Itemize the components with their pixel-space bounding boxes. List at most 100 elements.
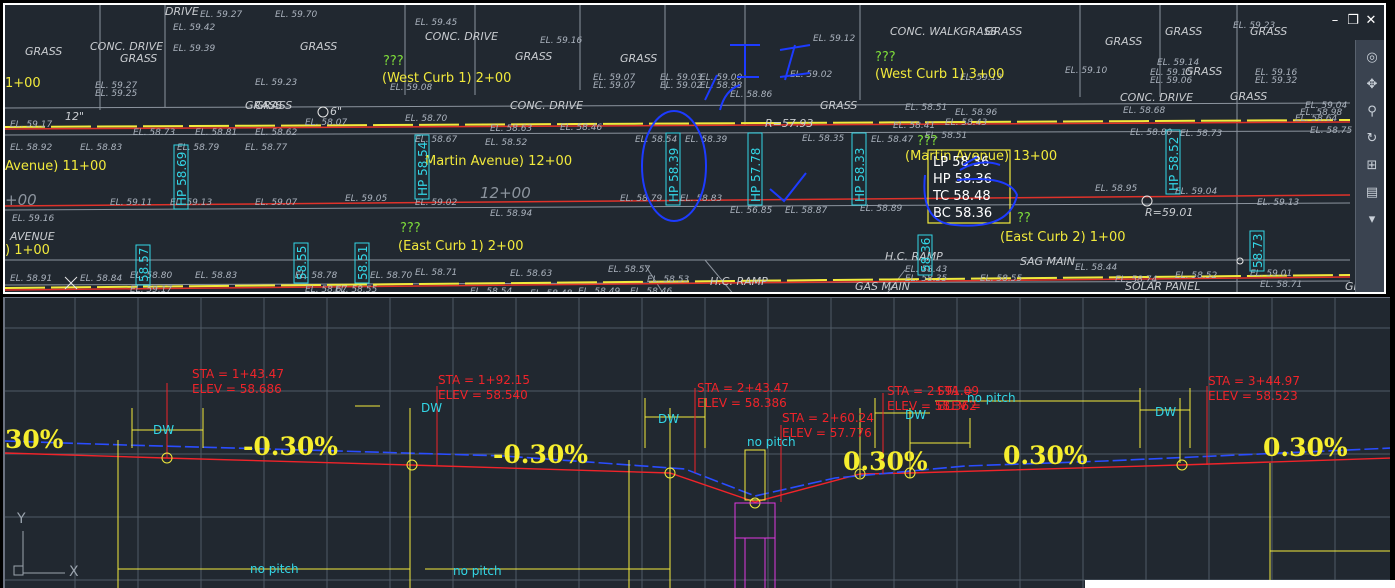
elevation-label: EL. 58.51 bbox=[905, 103, 947, 113]
area-label: DRIVE bbox=[165, 5, 199, 18]
point-elevation-label: 58.73 bbox=[1251, 234, 1265, 268]
elevation-label: EL. 59.32 bbox=[1255, 76, 1297, 86]
area-label: CONC. DRIVE bbox=[510, 99, 583, 112]
area-label: GRASS bbox=[515, 50, 552, 63]
area-label: CONC. DRIVE bbox=[1120, 91, 1193, 104]
profile-viewport[interactable]: STA = 1+43.47 ELEV = 58.686 STA = 1+92.15 E… bbox=[3, 297, 1390, 588]
elevation-label: EL. 59.10 bbox=[1065, 66, 1107, 76]
elevation-label: EL. 58.91 bbox=[10, 274, 52, 284]
elevation-label: EL. 58.64 bbox=[1295, 114, 1337, 124]
callout-bc: BC 58.36 bbox=[933, 206, 992, 221]
area-label: H.C. RAMP bbox=[885, 250, 943, 263]
point-elevation-box[interactable]: HP 57.78 bbox=[747, 132, 763, 206]
showmotion-icon[interactable]: ▤ bbox=[1361, 184, 1383, 202]
elevation-label: EL. 58.53 bbox=[647, 275, 689, 285]
pvi-elevation: ELEV = 58.540 bbox=[438, 388, 528, 402]
elevation-label: EL. 58.75 bbox=[1310, 126, 1352, 136]
options-icon[interactable]: ▾ bbox=[1361, 211, 1383, 229]
point-elevation-box[interactable]: 58.36 bbox=[917, 234, 933, 276]
point-elevation-label: HP 58.69 bbox=[175, 152, 189, 206]
navigation-bar[interactable]: ◎ ✥ ⚲ ↻ ⊞ ▤ ▾ bbox=[1355, 40, 1384, 292]
elevation-label: EL. 58.35 bbox=[802, 134, 844, 144]
area-label: GRASS bbox=[1185, 65, 1222, 78]
elevation-label: EL. 59.05 bbox=[345, 194, 387, 204]
station-label: (East Curb 2) 1+00 bbox=[1000, 230, 1125, 245]
ucs-x-label: X bbox=[69, 564, 79, 580]
point-elevation-label: 58.51 bbox=[356, 246, 370, 280]
steering-wheel-icon[interactable]: ◎ bbox=[1361, 49, 1383, 67]
area-label: GRASS bbox=[620, 52, 657, 65]
grade-label: 0.30% bbox=[1263, 433, 1348, 462]
point-elevation-label: 58.36 bbox=[919, 238, 933, 272]
elevation-label: EL. 59.11 bbox=[110, 198, 152, 208]
plan-point-boxes[interactable]: HP 58.69 HP 58.54 HP 58.39 HP 57.78 HP 58.33… bbox=[135, 129, 1265, 286]
station-label: Avenue) 11+00 bbox=[5, 159, 106, 174]
close-button[interactable]: ✕ bbox=[1363, 14, 1379, 27]
point-elevation-box[interactable]: 58.57 bbox=[135, 244, 151, 286]
area-label: GRASS bbox=[1105, 35, 1142, 48]
point-elevation-box[interactable]: 58.55 bbox=[293, 242, 309, 284]
restore-button[interactable]: ❐ bbox=[1345, 14, 1361, 27]
station-label: ) 1+00 bbox=[5, 243, 50, 258]
existing-profile bbox=[5, 440, 1390, 497]
elevation-label: EL. 58.44 bbox=[1075, 263, 1117, 273]
elevation-label: EL. 58.84 bbox=[80, 274, 122, 284]
point-elevation-box[interactable]: HP 58.33 bbox=[851, 132, 867, 206]
plan-drawing[interactable]: EL. 59.27 EL. 59.45 EL. 59.70 EL. 59.42 EL. … bbox=[5, 5, 1386, 294]
elevation-label: EL. 59.70 bbox=[275, 10, 317, 20]
no-pitch-label: no pitch bbox=[453, 564, 502, 578]
orbit-icon[interactable]: ↻ bbox=[1361, 130, 1383, 148]
station-label: (East Curb 1) 2+00 bbox=[398, 239, 523, 254]
pvi-elevation: ELEV = 58.523 bbox=[1208, 389, 1298, 403]
station-label: (West Curb 1) 2+00 bbox=[382, 71, 511, 86]
pan-icon[interactable]: ✥ bbox=[1361, 76, 1383, 94]
station-label: (West Curb 1) 3+00 bbox=[875, 67, 1004, 82]
elevation-label: EL. 58.92 bbox=[10, 143, 52, 153]
elevation-label: EL. 58.83 bbox=[80, 143, 122, 153]
area-label: R=59.01 bbox=[1145, 206, 1193, 219]
point-elevation-box[interactable]: HP 58.52 bbox=[1165, 129, 1181, 195]
elevation-label: EL. 59.39 bbox=[173, 44, 215, 54]
elevation-label: EL. 59.27 bbox=[200, 10, 242, 20]
elevation-label: EL. 58.63 bbox=[510, 269, 552, 279]
area-label: CONC. DRIVE bbox=[425, 30, 498, 43]
elevation-label: EL. 58.87 bbox=[785, 206, 827, 216]
elevation-label: EL. 58.49 bbox=[578, 287, 620, 294]
minimize-button[interactable]: – bbox=[1327, 14, 1343, 27]
driveway-label: DW bbox=[658, 412, 679, 426]
elevation-label: EL. 58.63 bbox=[490, 124, 532, 134]
elevation-label: EL. 59.07 bbox=[255, 198, 297, 208]
ucs-icon bbox=[13, 531, 65, 576]
area-label: GRASS bbox=[1165, 25, 1202, 38]
area-label: H.C. RAMP bbox=[710, 275, 768, 288]
elevation-label: EL. 58.73 bbox=[133, 128, 175, 138]
elevation-label: EL. 58.94 bbox=[490, 209, 532, 219]
plan-viewport[interactable]: EL. 59.27 EL. 59.45 EL. 59.70 EL. 59.42 EL. … bbox=[3, 3, 1386, 294]
profile-verticals bbox=[117, 388, 1390, 588]
question-mark: ?? bbox=[1017, 211, 1031, 226]
area-label: SOLAR PANEL bbox=[1125, 280, 1200, 293]
elevation-label: EL. 58.54 bbox=[470, 287, 512, 294]
area-label: AVENUE bbox=[9, 230, 55, 243]
elevation-label: EL. 58.54 bbox=[635, 135, 677, 145]
no-pitch-label: no pitch bbox=[747, 435, 796, 449]
zoom-extents-icon[interactable]: ⊞ bbox=[1361, 157, 1383, 175]
point-elevation-box[interactable]: HP 58.54 bbox=[414, 134, 430, 200]
profile-drawing[interactable]: STA = 1+43.47ELEV = 58.686STA = 1+92.15E… bbox=[5, 298, 1390, 588]
area-label: 6" bbox=[330, 105, 342, 118]
elevation-label: EL. 58.46 bbox=[630, 287, 672, 294]
pvi-station: STA = 1+92.15 bbox=[438, 373, 530, 387]
pvi-station: STA = 1+43.47 bbox=[192, 367, 284, 381]
elevation-label: EL. 59.02 bbox=[660, 81, 702, 91]
point-elevation-box[interactable]: HP 58.69 bbox=[173, 144, 189, 210]
zoom-icon[interactable]: ⚲ bbox=[1361, 103, 1383, 121]
elevation-label: EL. 59.45 bbox=[415, 18, 457, 28]
area-label: GRASS bbox=[820, 99, 857, 112]
elevation-label: EL. 58.73 bbox=[1180, 129, 1222, 139]
callout-tc: TC 58.48 bbox=[932, 189, 991, 204]
no-pitch-label: no pitch bbox=[250, 562, 299, 576]
elevation-label: EL. 58.81 bbox=[195, 128, 237, 138]
point-elevation-box[interactable]: 58.73 bbox=[1249, 230, 1265, 272]
area-label: CONC. WALK bbox=[890, 25, 961, 38]
point-elevation-box[interactable]: 58.51 bbox=[354, 242, 370, 284]
